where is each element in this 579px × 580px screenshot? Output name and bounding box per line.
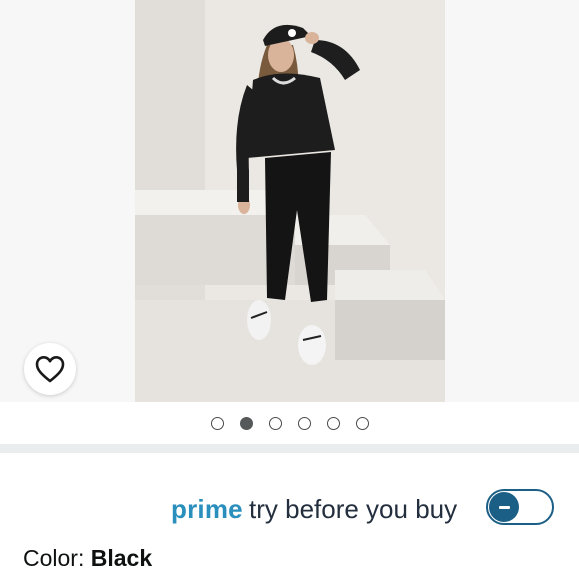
try-before-you-buy-toggle[interactable]: [486, 489, 554, 525]
heart-outline-icon: [35, 356, 65, 383]
add-to-wishlist-button[interactable]: [24, 343, 76, 395]
toggle-knob: [489, 492, 519, 522]
gallery-dot-1[interactable]: [210, 416, 224, 430]
minus-icon: [498, 505, 510, 509]
section-divider: [0, 444, 579, 453]
selected-color: Color: Black: [23, 545, 152, 572]
color-label: Color:: [23, 545, 91, 571]
product-image-gallery[interactable]: [0, 0, 579, 402]
gallery-dot-5[interactable]: [326, 416, 340, 430]
product-photo[interactable]: [135, 0, 445, 402]
prime-try-before-you-buy-row: prime try before you buy: [0, 484, 579, 532]
color-value: Black: [90, 545, 153, 571]
product-page: prime try before you buy Color: Black: [0, 0, 579, 580]
try-before-you-buy-label: try before you buy: [249, 494, 458, 524]
gallery-pagination-dots: [0, 402, 579, 444]
prime-logo-text: prime: [171, 494, 243, 524]
product-photo-illustration: [135, 0, 445, 402]
gallery-dot-2-active[interactable]: [239, 416, 253, 430]
gallery-dot-4[interactable]: [297, 416, 311, 430]
gallery-dot-3[interactable]: [268, 416, 282, 430]
gallery-dot-6[interactable]: [355, 416, 369, 430]
